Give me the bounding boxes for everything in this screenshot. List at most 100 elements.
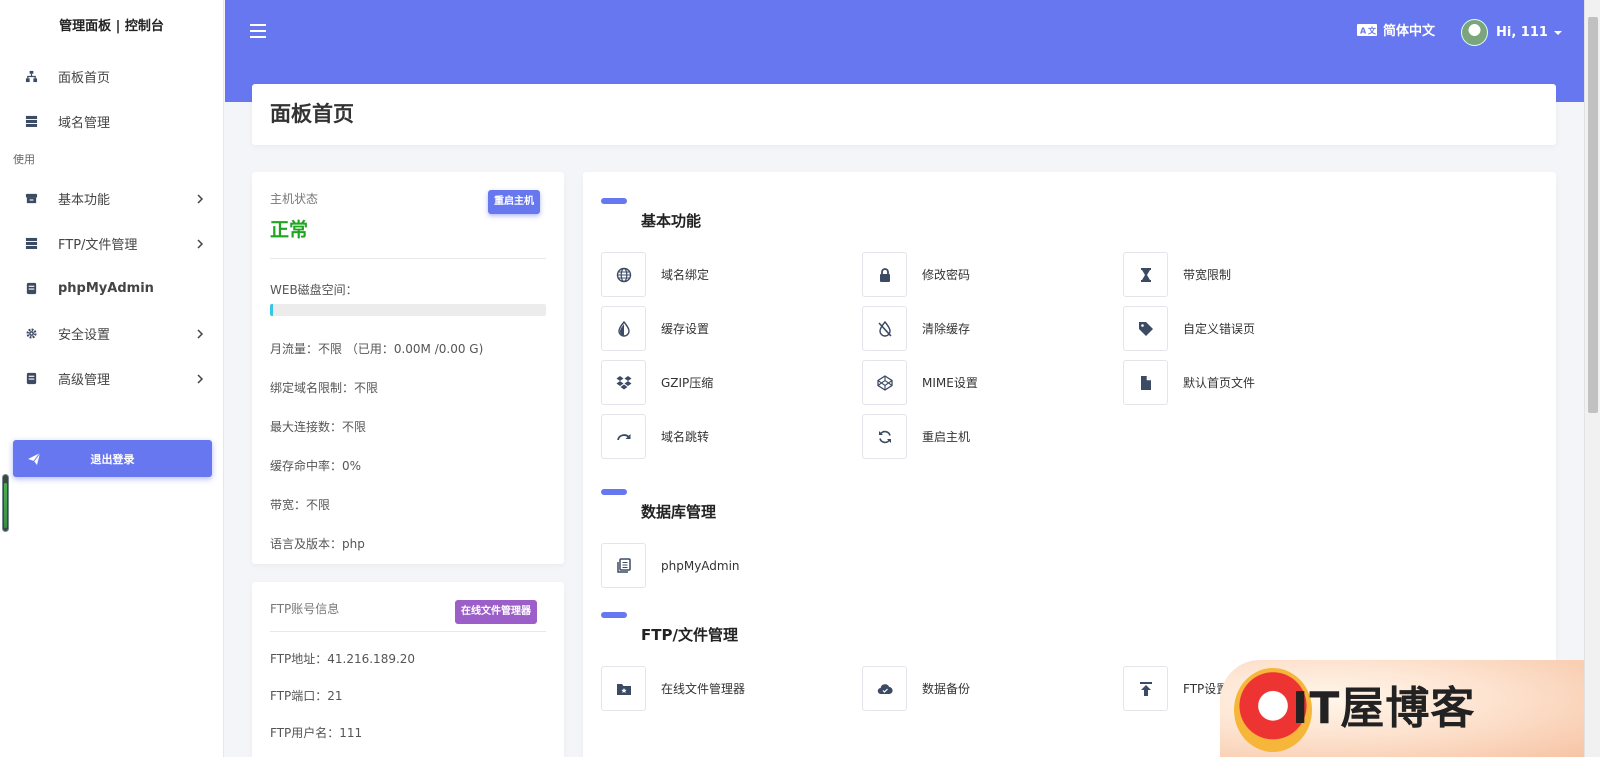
menu-toggle-icon[interactable]	[250, 24, 266, 38]
disk-usage-bar	[270, 304, 546, 316]
sitemap-icon	[24, 70, 38, 84]
tile-domain-binding[interactable]: 域名绑定	[601, 252, 862, 297]
tile-clear-cache[interactable]: 清除缓存	[862, 306, 1123, 351]
tile-label: 域名跳转	[661, 430, 710, 444]
watermark-text: IT屋博客	[1292, 683, 1476, 734]
tile-label: GZIP压缩	[661, 376, 714, 390]
codepen-icon	[876, 374, 893, 391]
database-grid: phpMyAdmin	[601, 543, 1538, 588]
section-title: 数据库管理	[641, 503, 717, 521]
section-basic-features: 基本功能	[601, 198, 1538, 234]
translate-icon: A文	[1357, 23, 1377, 36]
dropbox-icon	[616, 375, 631, 389]
ftp-username: FTP用户名：111	[270, 726, 363, 740]
user-greeting: Hi, 111	[1496, 25, 1548, 40]
chevron-right-icon	[197, 238, 204, 249]
tile-label: 在线文件管理器	[661, 682, 746, 696]
basic-features-grid: 域名绑定 修改密码 带宽限制 缓存设置 清除缓存 自定义错误页 GZIP压缩 M…	[601, 252, 1538, 459]
tile-restart-host[interactable]: 重启主机	[862, 414, 1123, 459]
sidebar-item-label: phpMyAdmin	[58, 281, 154, 296]
sidebar-item-phpmyadmin[interactable]: phpMyAdmin	[0, 266, 223, 311]
section-database: 数据库管理	[601, 489, 1538, 525]
tile-change-password[interactable]: 修改密码	[862, 252, 1123, 297]
archive-icon	[24, 192, 38, 206]
sidebar-item-dashboard[interactable]: 面板首页	[0, 54, 223, 99]
tile-mime-settings[interactable]: MIME设置	[862, 360, 1123, 405]
server-icon	[24, 237, 38, 251]
sidebar: 管理面板 | 控制台 面板首页 域名管理 使用 基本功能 FTP/文件管理 ph…	[0, 0, 224, 757]
svg-text:文: 文	[1368, 25, 1377, 35]
sidebar-item-advanced[interactable]: 高级管理	[0, 356, 223, 401]
tile-custom-error-page[interactable]: 自定义错误页	[1123, 306, 1384, 351]
sidebar-item-label: 面板首页	[58, 71, 111, 86]
restart-host-button[interactable]: 重启主机	[488, 190, 540, 214]
language-switcher[interactable]: A文 简体中文	[1357, 20, 1435, 39]
sidebar-item-label: 安全设置	[58, 328, 111, 343]
sidebar-item-label: 基本功能	[58, 193, 111, 208]
tile-default-index-file[interactable]: 默认首页文件	[1123, 360, 1384, 405]
host-status-value: 正常	[270, 219, 309, 241]
hourglass-icon	[1140, 267, 1151, 282]
side-handle[interactable]	[2, 474, 9, 532]
user-menu[interactable]: Hi, 111	[1461, 19, 1562, 46]
tile-label: 缓存设置	[661, 322, 710, 336]
svg-text:A: A	[1360, 26, 1367, 35]
book-icon	[24, 372, 38, 386]
tile-online-file-manager[interactable]: 在线文件管理器	[601, 666, 862, 711]
tile-gzip[interactable]: GZIP压缩	[601, 360, 862, 405]
logout-button[interactable]: 退出登录	[13, 440, 212, 477]
ftp-port: FTP端口：21	[270, 689, 343, 703]
tint-icon	[617, 320, 630, 337]
ftp-address: FTP地址：41.216.189.20	[270, 652, 416, 666]
stat-bandwidth: 带宽：不限	[270, 498, 331, 512]
tile-label: 修改密码	[922, 268, 971, 282]
section-title: FTP/文件管理	[641, 626, 738, 644]
tile-bandwidth-limit[interactable]: 带宽限制	[1123, 252, 1384, 297]
stat-domain-limit: 绑定域名限制：不限	[270, 381, 379, 395]
sidebar-item-label: FTP/文件管理	[58, 238, 138, 253]
gear-icon	[24, 327, 38, 341]
avatar	[1461, 19, 1488, 46]
book-icon	[616, 557, 631, 573]
host-status-card: 主机状态 正常 重启主机 WEB磁盘空间： 月流量：不限 （已用：0.00M /…	[252, 172, 564, 564]
language-label: 简体中文	[1383, 24, 1436, 39]
disk-usage-fill	[270, 304, 273, 316]
sidebar-item-security[interactable]: 安全设置	[0, 311, 223, 356]
tile-phpmyadmin[interactable]: phpMyAdmin	[601, 543, 862, 588]
folder-star-icon	[616, 683, 631, 695]
tile-label: 重启主机	[922, 430, 971, 444]
redo-icon	[616, 433, 630, 440]
chevron-right-icon	[197, 328, 204, 339]
section-label-use: 使用	[13, 153, 35, 166]
upload-icon	[1139, 681, 1152, 696]
page-scrollbar[interactable]	[1584, 0, 1600, 757]
watermark-banner: IT屋博客	[1220, 660, 1584, 757]
file-manager-button[interactable]: 在线文件管理器	[455, 600, 537, 624]
page-title: 面板首页	[270, 102, 354, 126]
divider	[270, 258, 546, 259]
server-icon	[24, 115, 38, 129]
stat-cache-hit-rate: 缓存命中率：0%	[270, 459, 362, 473]
tile-domain-redirect[interactable]: 域名跳转	[601, 414, 862, 459]
scrollbar-thumb[interactable]	[1588, 17, 1598, 413]
globe-icon	[616, 267, 631, 282]
tile-label: 默认首页文件	[1183, 376, 1256, 390]
paper-plane-icon	[28, 452, 41, 465]
sync-icon	[878, 430, 891, 443]
lock-icon	[879, 267, 890, 282]
sidebar-item-ftp[interactable]: FTP/文件管理	[0, 221, 223, 266]
tint-slash-icon	[877, 320, 892, 337]
brand-title: 管理面板 | 控制台	[59, 19, 164, 34]
divider	[270, 631, 546, 632]
page-header: 面板首页	[252, 84, 1556, 145]
tile-label: 域名绑定	[661, 268, 710, 282]
chevron-right-icon	[197, 373, 204, 384]
tile-label: 清除缓存	[922, 322, 971, 336]
tile-cache-settings[interactable]: 缓存设置	[601, 306, 862, 351]
file-icon	[1140, 375, 1151, 390]
sidebar-item-basic-features[interactable]: 基本功能	[0, 176, 223, 221]
caret-down-icon	[1553, 30, 1562, 35]
chevron-right-icon	[197, 193, 204, 204]
tile-data-backup[interactable]: 数据备份	[862, 666, 1123, 711]
sidebar-item-domains[interactable]: 域名管理	[0, 99, 223, 144]
